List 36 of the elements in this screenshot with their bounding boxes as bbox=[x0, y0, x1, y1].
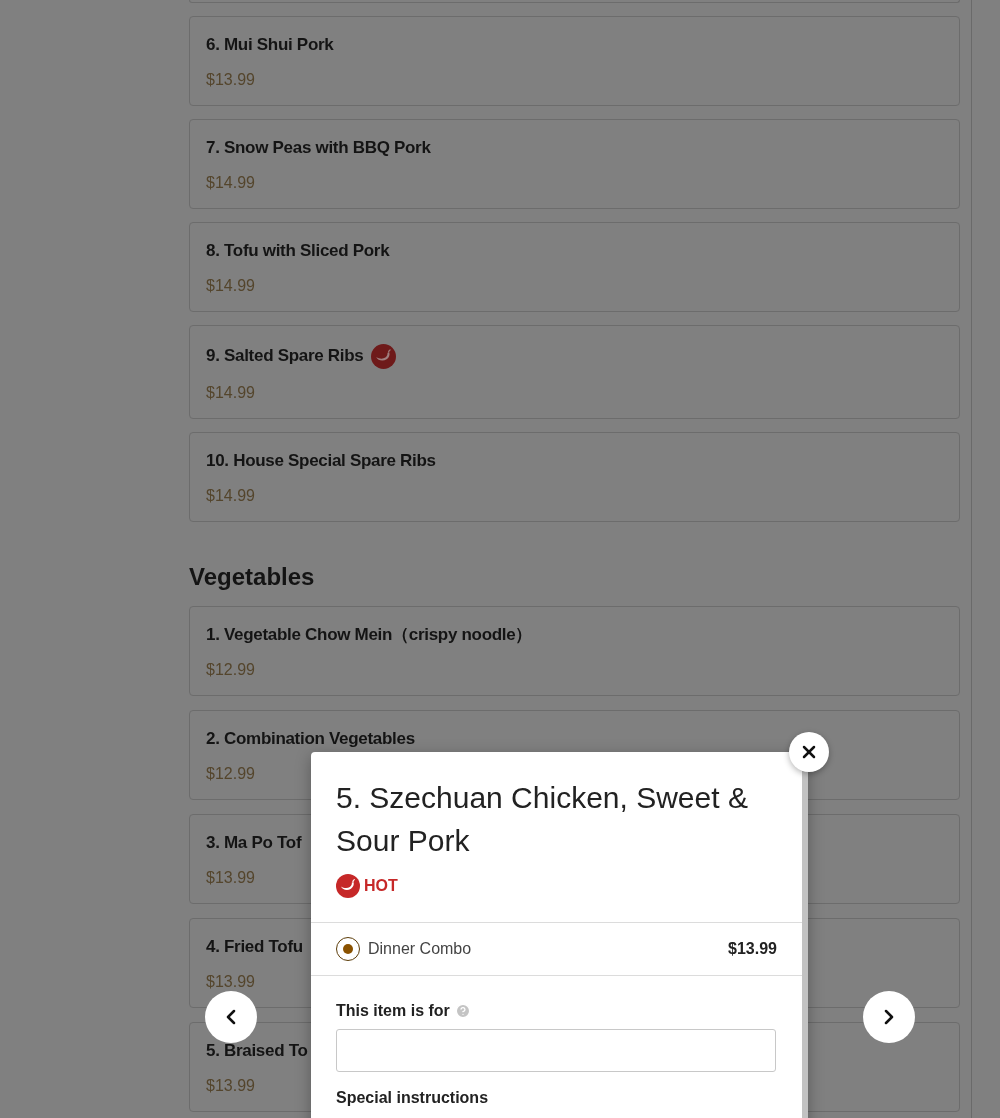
field-label: Special instructions bbox=[336, 1088, 489, 1108]
section-heading: Vegetables bbox=[189, 562, 315, 592]
menu-item-card[interactable]: 8. Tofu with Sliced Pork $14.99 bbox=[189, 222, 960, 312]
chili-pepper-icon bbox=[336, 874, 360, 898]
item-price: $14.99 bbox=[206, 383, 255, 403]
item-price: $14.99 bbox=[206, 486, 255, 506]
spicy-tag-label: HOT bbox=[364, 876, 398, 896]
item-name: 2. Combination Vegetables bbox=[206, 728, 415, 750]
dialog-title: 5. Szechuan Chicken, Sweet & Sour Pork bbox=[336, 780, 749, 859]
item-name: 4. Fried Tofu bbox=[206, 936, 303, 958]
menu-item-card[interactable]: 6. Mui Shui Pork $13.99 bbox=[189, 16, 960, 106]
item-price: $12.99 bbox=[206, 660, 255, 680]
option-row[interactable]: Dinner Combo $13.99 bbox=[311, 923, 802, 976]
item-name: 10. House Special Spare Ribs bbox=[206, 450, 436, 472]
menu-item-card[interactable]: 10. House Special Spare Ribs $14.99 bbox=[189, 432, 960, 522]
item-price: $14.99 bbox=[206, 173, 255, 193]
field-label: This item is for bbox=[336, 1001, 450, 1021]
item-name: 3. Ma Po Tof bbox=[206, 832, 302, 854]
item-price: $12.99 bbox=[206, 764, 255, 784]
item-price: $13.99 bbox=[206, 972, 255, 992]
item-name: 8. Tofu with Sliced Pork bbox=[206, 240, 390, 262]
item-name: 1. Vegetable Chow Mein（crispy noodle） bbox=[206, 624, 533, 646]
menu-item-card[interactable]: 7. Snow Peas with BBQ Pork $14.99 bbox=[189, 119, 960, 209]
option-price: $13.99 bbox=[728, 939, 777, 959]
item-price: $13.99 bbox=[206, 868, 255, 888]
item-name: 7. Snow Peas with BBQ Pork bbox=[206, 137, 431, 159]
option-label: Dinner Combo bbox=[368, 939, 472, 959]
item-name: 9. Salted Spare Ribs bbox=[206, 345, 364, 367]
input-field[interactable] bbox=[336, 1029, 776, 1072]
item-price: $13.99 bbox=[206, 70, 255, 90]
item-price: $13.99 bbox=[206, 1076, 255, 1096]
menu-item-card[interactable]: 1. Vegetable Chow Mein（crispy noodle） $12.99 bbox=[189, 606, 960, 696]
item-price: $14.99 bbox=[206, 276, 255, 296]
item-name: 6. Mui Shui Pork bbox=[206, 34, 334, 56]
menu-item-card[interactable]: 9. Salted Spare Ribs $14.99 bbox=[189, 325, 960, 419]
item-name: 5. Braised To bbox=[206, 1040, 308, 1062]
